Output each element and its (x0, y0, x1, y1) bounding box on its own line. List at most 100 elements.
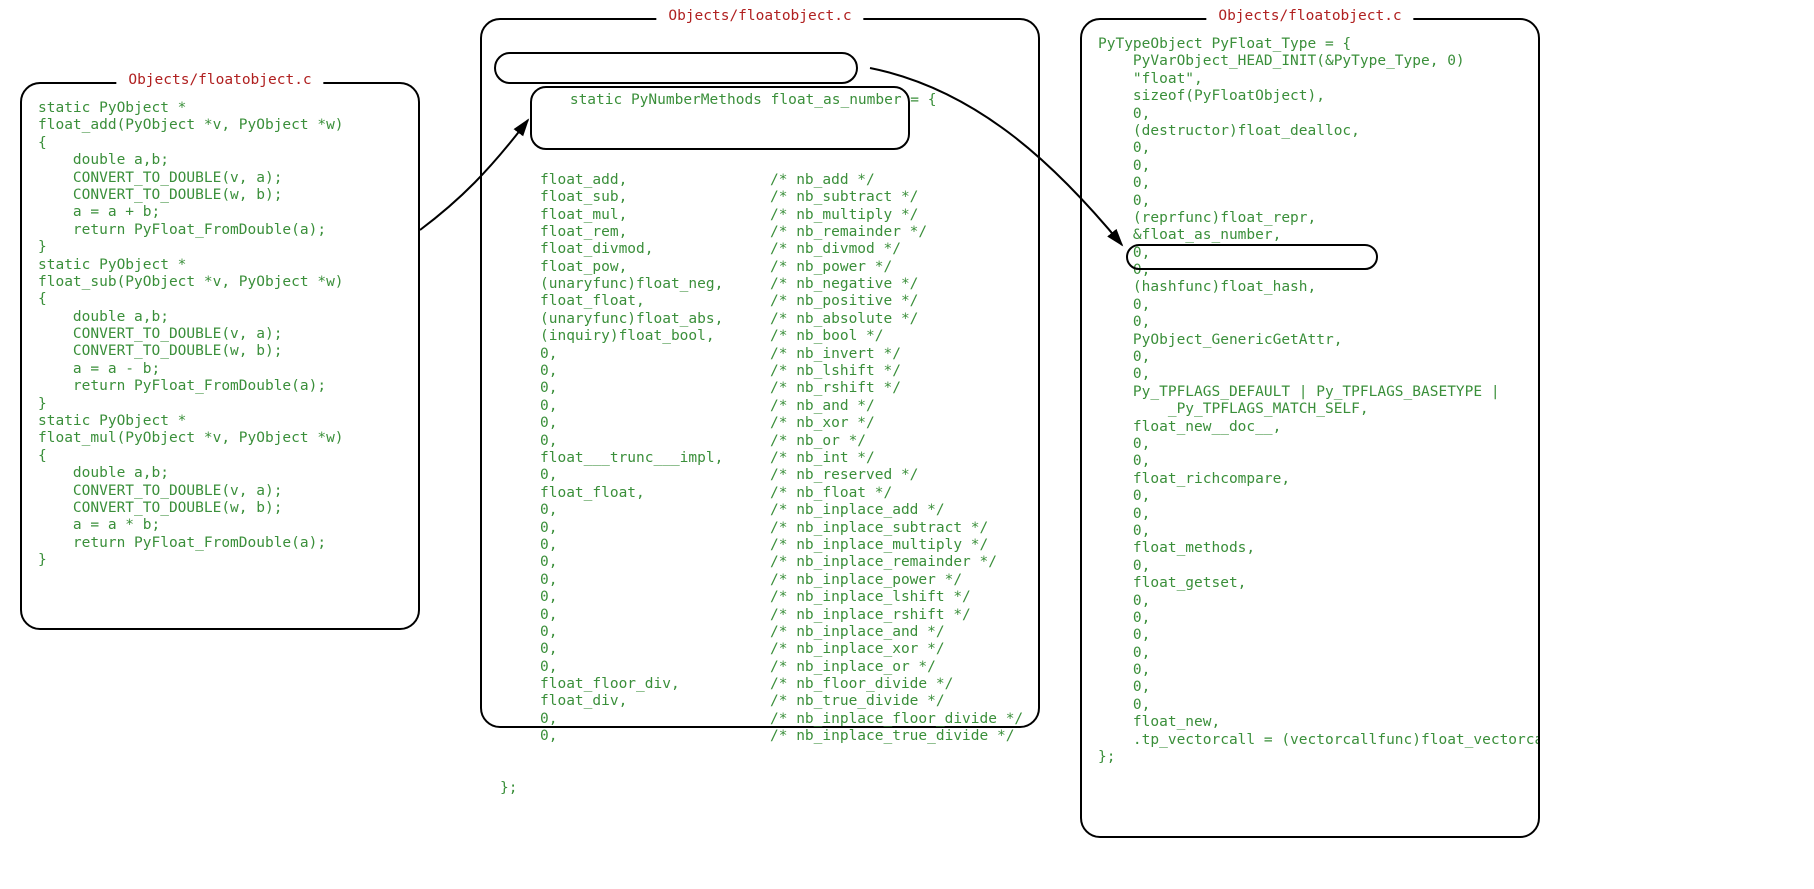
panel-left: Objects/floatobject.c static PyObject *f… (20, 82, 420, 630)
nm-func: 0, (540, 467, 770, 484)
nm-func: 0, (540, 433, 770, 450)
nm-func: float_divmod, (540, 241, 770, 258)
code-line: CONVERT_TO_DOUBLE(v, a); (38, 326, 402, 343)
nm-comment: /* nb_rshift */ (770, 380, 901, 396)
nm-comment: /* nb_add */ (770, 172, 875, 188)
code-line: } (38, 552, 402, 569)
code-line: 0, (1098, 662, 1522, 679)
nm-func: 0, (540, 659, 770, 676)
code-line: 0, (1098, 697, 1522, 714)
code-line: 0, (1098, 593, 1522, 610)
nm-row: 0,/* nb_inplace_lshift */ (540, 589, 1020, 606)
nm-func: 0, (540, 624, 770, 641)
panel-left-title: Objects/floatobject.c (116, 72, 323, 89)
nm-row: 0,/* nb_xor */ (540, 415, 1020, 432)
code-line: static PyObject * (38, 257, 402, 274)
code-line: 0, (1098, 506, 1522, 523)
nm-row: 0,/* nb_inplace_remainder */ (540, 554, 1020, 571)
nm-comment: /* nb_int */ (770, 450, 875, 466)
code-line: double a,b; (38, 152, 402, 169)
nm-row: float_float,/* nb_float */ (540, 485, 1020, 502)
code-line: 0, (1098, 193, 1522, 210)
nm-func: 0, (540, 380, 770, 397)
nm-row: 0,/* nb_inplace_subtract */ (540, 520, 1020, 537)
nm-row: 0,/* nb_reserved */ (540, 467, 1020, 484)
nm-func: 0, (540, 520, 770, 537)
code-line: Py_TPFLAGS_DEFAULT | Py_TPFLAGS_BASETYPE… (1098, 384, 1522, 401)
nm-comment: /* nb_inplace_or */ (770, 659, 936, 675)
nm-row: 0,/* nb_inplace_true_divide */ (540, 728, 1020, 745)
nm-row: 0,/* nb_rshift */ (540, 380, 1020, 397)
code-line: { (38, 448, 402, 465)
code-line: } (38, 239, 402, 256)
nm-row: float_pow,/* nb_power */ (540, 259, 1020, 276)
nm-func: float_floor_div, (540, 676, 770, 693)
nm-comment: /* nb_and */ (770, 398, 875, 414)
nm-comment: /* nb_inplace_floor_divide */ (770, 711, 1023, 727)
code-line: static PyObject * (38, 413, 402, 430)
code-line: return PyFloat_FromDouble(a); (38, 378, 402, 395)
nm-func: 0, (540, 415, 770, 432)
code-line: float_sub(PyObject *v, PyObject *w) (38, 274, 402, 291)
nm-row: 0,/* nb_inplace_floor_divide */ (540, 711, 1020, 728)
nm-row: float_sub,/* nb_subtract */ (540, 189, 1020, 206)
code-line: CONVERT_TO_DOUBLE(w, b); (38, 343, 402, 360)
nm-comment: /* nb_inplace_xor */ (770, 641, 945, 657)
nm-comment: /* nb_floor_divide */ (770, 676, 953, 692)
code-line: &float_as_number, (1098, 227, 1522, 244)
nm-comment: /* nb_invert */ (770, 346, 901, 362)
nm-comment: /* nb_inplace_multiply */ (770, 537, 988, 553)
code-line: double a,b; (38, 465, 402, 482)
nm-func: float_div, (540, 693, 770, 710)
code-line: 0, (1098, 314, 1522, 331)
code-line: 0, (1098, 245, 1522, 262)
code-line: a = a + b; (38, 204, 402, 221)
struct-close: }; (500, 780, 1020, 797)
float-as-number-decl: static PyNumberMethods float_as_number (570, 92, 902, 108)
nm-row: float_mul,/* nb_multiply */ (540, 207, 1020, 224)
nm-row: 0,/* nb_inplace_power */ (540, 572, 1020, 589)
code-line: CONVERT_TO_DOUBLE(v, a); (38, 483, 402, 500)
panel-right-title: Objects/floatobject.c (1206, 8, 1413, 25)
code-line: 0, (1098, 558, 1522, 575)
nm-func: 0, (540, 711, 770, 728)
nm-comment: /* nb_float */ (770, 485, 892, 501)
code-line: float_getset, (1098, 575, 1522, 592)
nm-func: 0, (540, 398, 770, 415)
code-line: 0, (1098, 523, 1522, 540)
nm-row: 0,/* nb_inplace_and */ (540, 624, 1020, 641)
code-line: 0, (1098, 488, 1522, 505)
panel-right: Objects/floatobject.c PyTypeObject PyFlo… (1080, 18, 1540, 838)
code-line: _Py_TPFLAGS_MATCH_SELF, (1098, 401, 1522, 418)
nm-row: float_floor_div,/* nb_floor_divide */ (540, 676, 1020, 693)
nm-row: float___trunc___impl,/* nb_int */ (540, 450, 1020, 467)
code-line: a = a - b; (38, 361, 402, 378)
code-line: 0, (1098, 297, 1522, 314)
nm-comment: /* nb_inplace_lshift */ (770, 589, 971, 605)
code-line: static PyObject * (38, 100, 402, 117)
nm-row: 0,/* nb_inplace_add */ (540, 502, 1020, 519)
nm-comment: /* nb_subtract */ (770, 189, 918, 205)
code-line: double a,b; (38, 309, 402, 326)
code-line: a = a * b; (38, 517, 402, 534)
code-line: PyObject_GenericGetAttr, (1098, 332, 1522, 349)
nm-func: float_add, (540, 172, 770, 189)
nm-row: float_div,/* nb_true_divide */ (540, 693, 1020, 710)
nm-func: float_rem, (540, 224, 770, 241)
code-line: return PyFloat_FromDouble(a); (38, 535, 402, 552)
nm-row: float_divmod,/* nb_divmod */ (540, 241, 1020, 258)
nm-func: float_pow, (540, 259, 770, 276)
code-line: float_new, (1098, 714, 1522, 731)
nm-func: 0, (540, 537, 770, 554)
code-line: 0, (1098, 645, 1522, 662)
nm-func: 0, (540, 554, 770, 571)
code-line: PyVarObject_HEAD_INIT(&PyType_Type, 0) (1098, 53, 1522, 70)
code-line: float_mul(PyObject *v, PyObject *w) (38, 430, 402, 447)
nm-comment: /* nb_or */ (770, 433, 866, 449)
nm-func: 0, (540, 502, 770, 519)
nm-comment: /* nb_inplace_rshift */ (770, 607, 971, 623)
nm-func: 0, (540, 641, 770, 658)
code-line: 0, (1098, 366, 1522, 383)
decl-suffix: = { (902, 92, 937, 108)
nm-func: float_float, (540, 485, 770, 502)
